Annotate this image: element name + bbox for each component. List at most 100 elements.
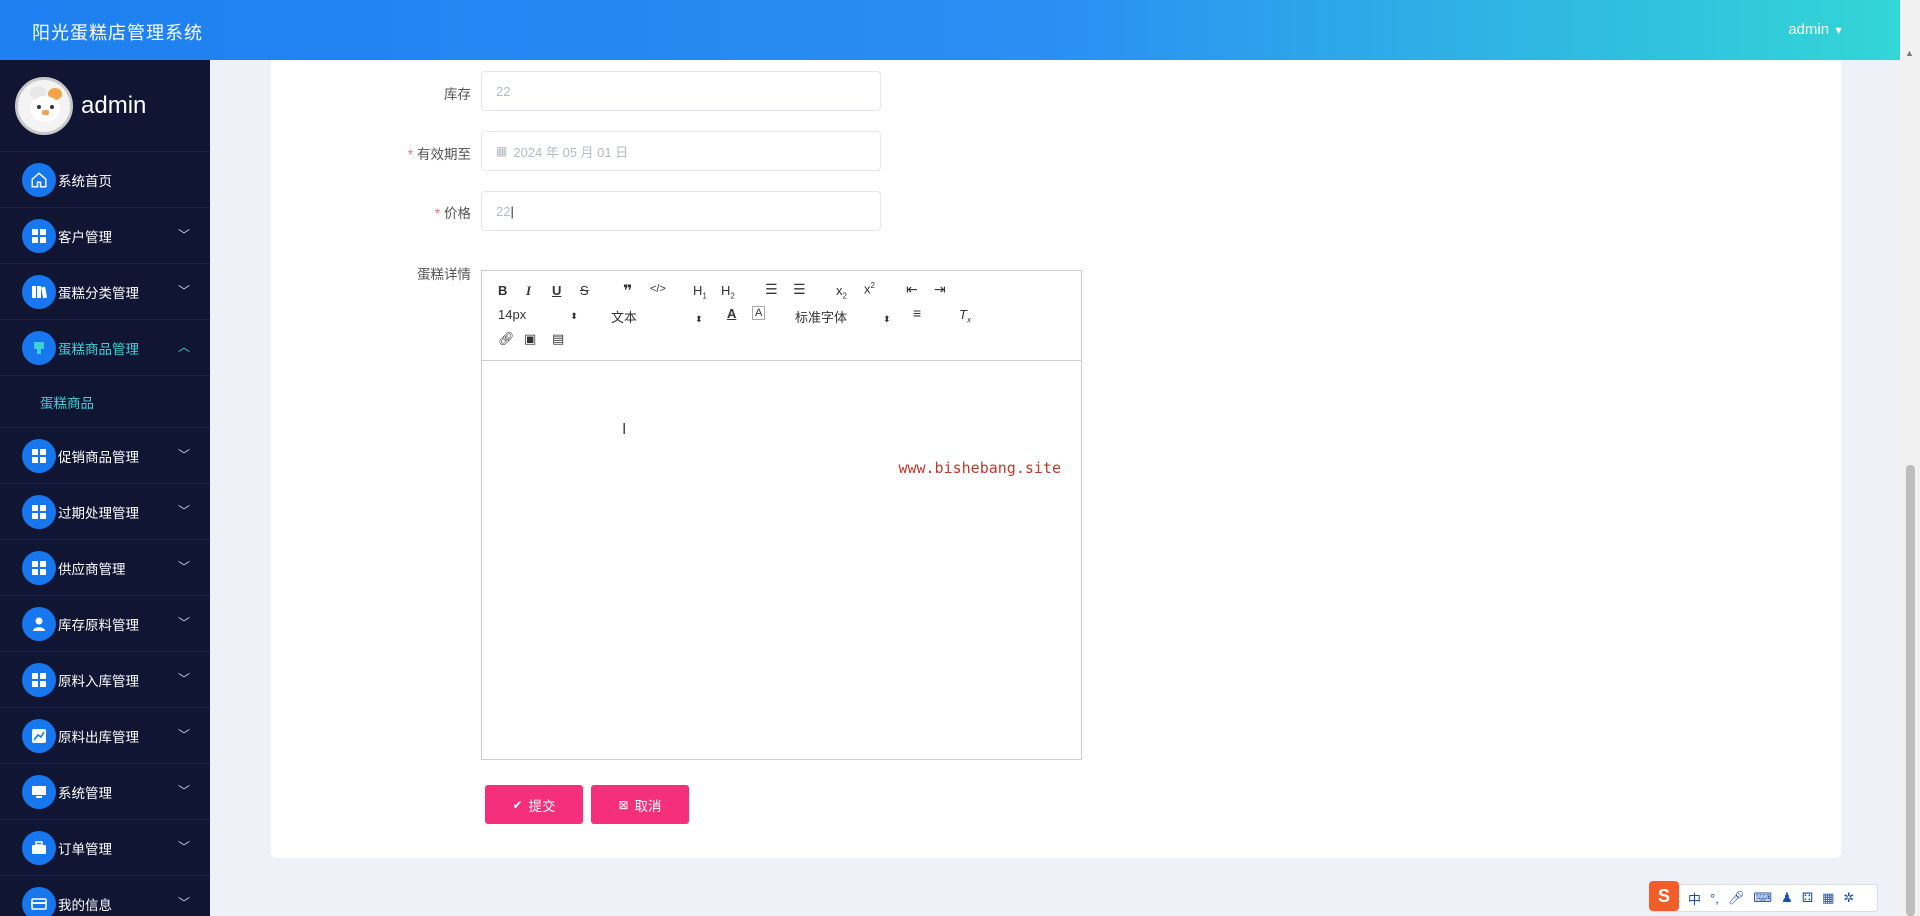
editor-toolbar: B I U S ❞ </> H1 H2 ☰ ☰ x2 x2 ⇤ ⇥ 14px ⬍ … — [482, 271, 1081, 361]
grid-icon — [22, 218, 56, 253]
underline-icon[interactable]: U — [552, 283, 561, 298]
settings-icon[interactable]: ✲ — [1843, 890, 1854, 906]
image-icon[interactable]: ▣ — [524, 331, 536, 347]
chevron-down-icon: ﹀ — [177, 284, 190, 298]
grid-icon — [22, 494, 56, 529]
chevron-down-icon: ﹀ — [177, 896, 190, 910]
apps-icon[interactable]: ▦ — [1822, 890, 1834, 906]
sidebar-item-material-outbound[interactable]: 原料出库管理 ﹀ — [0, 708, 210, 764]
briefcase-icon — [22, 830, 56, 865]
app-title: 阳光蛋糕店管理系统 — [32, 23, 203, 43]
link-icon[interactable]: 🔗︎ — [498, 331, 515, 347]
skin-icon[interactable]: ♟ — [1781, 890, 1793, 906]
expiry-date-picker[interactable]: ▦ 2024 年 05 月 01 日 — [481, 131, 881, 171]
sidebar-item-label: 促销商品管理 — [58, 449, 139, 465]
sidebar-item-label: 库存原料管理 — [58, 617, 139, 633]
video-icon[interactable]: ▤ — [552, 331, 564, 347]
rich-text-editor: B I U S ❞ </> H1 H2 ☰ ☰ x2 x2 ⇤ ⇥ 14px ⬍ … — [481, 270, 1082, 760]
chevron-down-icon: ﹀ — [177, 448, 190, 462]
subscript-icon[interactable]: x2 — [836, 283, 847, 301]
stock-input[interactable]: 22 — [481, 71, 881, 111]
submit-label: 提交 — [528, 798, 556, 814]
sidebar-item-label: 系统管理 — [58, 785, 112, 801]
blockquote-icon[interactable]: ❞ — [623, 281, 632, 301]
details-label: 蛋糕详情 — [417, 267, 471, 282]
background-color-icon[interactable]: A — [752, 306, 766, 320]
indent-icon[interactable]: ⇥ — [934, 281, 946, 298]
bullet-list-icon[interactable]: ☰ — [793, 281, 806, 298]
ordered-list-icon[interactable]: ☰ — [765, 281, 778, 298]
caret-down-icon: ▼ — [1833, 25, 1844, 37]
microphone-icon[interactable]: 🎤︎ — [1728, 890, 1745, 906]
price-value: 22 — [496, 203, 511, 219]
outdent-icon[interactable]: ⇤ — [906, 281, 918, 298]
watermark-text: www.bishebang.site — [898, 459, 1061, 477]
text-type-select[interactable]: 文本 ⬍ — [611, 307, 703, 326]
text-cursor-icon: I — [622, 421, 627, 438]
check-icon: ✔ — [512, 797, 523, 812]
sidebar-item-customers[interactable]: 客户管理 ﹀ — [0, 208, 210, 264]
book-icon — [22, 274, 56, 309]
game-icon[interactable]: ⚃ — [1802, 890, 1813, 906]
sidebar-item-promotions[interactable]: 促销商品管理 ﹀ — [0, 428, 210, 484]
submit-button[interactable]: ✔ 提交 — [485, 785, 583, 824]
font-family-select[interactable]: 标准字体 ⬍ — [795, 307, 891, 326]
ime-mode[interactable]: 中 — [1688, 889, 1701, 908]
chevron-down-icon: ﹀ — [177, 784, 190, 798]
sidebar-item-home[interactable]: 系统首页 — [0, 152, 210, 208]
chevron-down-icon: ﹀ — [177, 228, 190, 242]
user-menu[interactable]: admin ▼ — [1788, 21, 1844, 38]
ime-toolbar[interactable]: S 中 °, 🎤︎ ⌨ ♟ ⚃ ▦ ✲ — [1649, 881, 1878, 912]
price-input[interactable]: 22 | — [481, 191, 881, 231]
font-color-icon[interactable]: A — [727, 306, 736, 321]
sidebar-item-expiry[interactable]: 过期处理管理 ﹀ — [0, 484, 210, 540]
sidebar-item-label: 供应商管理 — [58, 561, 126, 577]
chevron-down-icon: ﹀ — [177, 728, 190, 742]
superscript-icon[interactable]: x2 — [864, 281, 875, 296]
clear-format-icon[interactable]: Tx — [959, 307, 971, 325]
strikethrough-icon[interactable]: S — [580, 283, 589, 298]
italic-icon[interactable]: I — [526, 283, 531, 299]
punctuation-icon[interactable]: °, — [1710, 891, 1719, 906]
user-icon — [22, 606, 56, 641]
editor-content-area[interactable]: I www.bishebang.site — [482, 361, 1081, 759]
avatar — [15, 76, 73, 135]
sidebar-item-system[interactable]: 系统管理 ﹀ — [0, 764, 210, 820]
heading1-icon[interactable]: H1 — [693, 283, 707, 301]
scrollbar-thumb[interactable] — [1906, 465, 1915, 916]
sidebar-item-suppliers[interactable]: 供应商管理 ﹀ — [0, 540, 210, 596]
monitor-icon — [22, 774, 56, 809]
sidebar-item-my-info[interactable]: 我的信息 ﹀ — [0, 876, 210, 916]
chevron-down-icon: ﹀ — [177, 504, 190, 518]
scroll-up-arrow-icon[interactable]: ▲ — [1905, 48, 1914, 58]
chevron-down-icon: ﹀ — [177, 560, 190, 574]
sidebar-item-label: 蛋糕商品管理 — [58, 341, 139, 357]
sogou-logo-icon: S — [1649, 881, 1679, 911]
align-icon[interactable]: ≡ — [913, 305, 921, 321]
bold-icon[interactable]: B — [498, 283, 507, 298]
chart-icon — [22, 718, 56, 753]
profile-name: admin — [81, 91, 147, 119]
sidebar-item-orders[interactable]: 订单管理 ﹀ — [0, 820, 210, 876]
stock-label: 库存 — [444, 87, 471, 102]
font-size-select[interactable]: 14px ⬍ — [498, 307, 578, 322]
vertical-scrollbar[interactable]: ▲ — [1900, 0, 1920, 916]
sidebar-item-cake-categories[interactable]: 蛋糕分类管理 ﹀ — [0, 264, 210, 320]
expiry-value: 2024 年 05 月 01 日 — [513, 144, 629, 160]
code-block-icon[interactable]: </> — [650, 283, 666, 295]
sidebar-item-label: 原料入库管理 — [58, 673, 139, 689]
sidebar-item-materials[interactable]: 库存原料管理 ﹀ — [0, 596, 210, 652]
cancel-label: 取消 — [634, 798, 662, 814]
expiry-label: * 有效期至 — [407, 147, 471, 162]
sidebar-item-label: 原料出库管理 — [58, 729, 139, 745]
chevron-down-icon: ﹀ — [177, 616, 190, 630]
cancel-button[interactable]: ⊠ 取消 — [591, 785, 689, 824]
sidebar-item-cake-products[interactable]: 蛋糕商品管理 ︿ — [0, 320, 210, 376]
keyboard-icon[interactable]: ⌨ — [1753, 890, 1772, 906]
sidebar-item-material-inbound[interactable]: 原料入库管理 ﹀ — [0, 652, 210, 708]
sidebar-subitem-cake-products[interactable]: 蛋糕商品 — [0, 376, 210, 428]
sidebar: admin 系统首页 客户管理 ﹀ 蛋糕分类管理 ﹀ 蛋糕商品管理 ︿ 蛋糕商品… — [0, 60, 210, 916]
grid-icon — [22, 438, 56, 473]
home-icon — [22, 162, 56, 197]
heading2-icon[interactable]: H2 — [721, 283, 735, 301]
